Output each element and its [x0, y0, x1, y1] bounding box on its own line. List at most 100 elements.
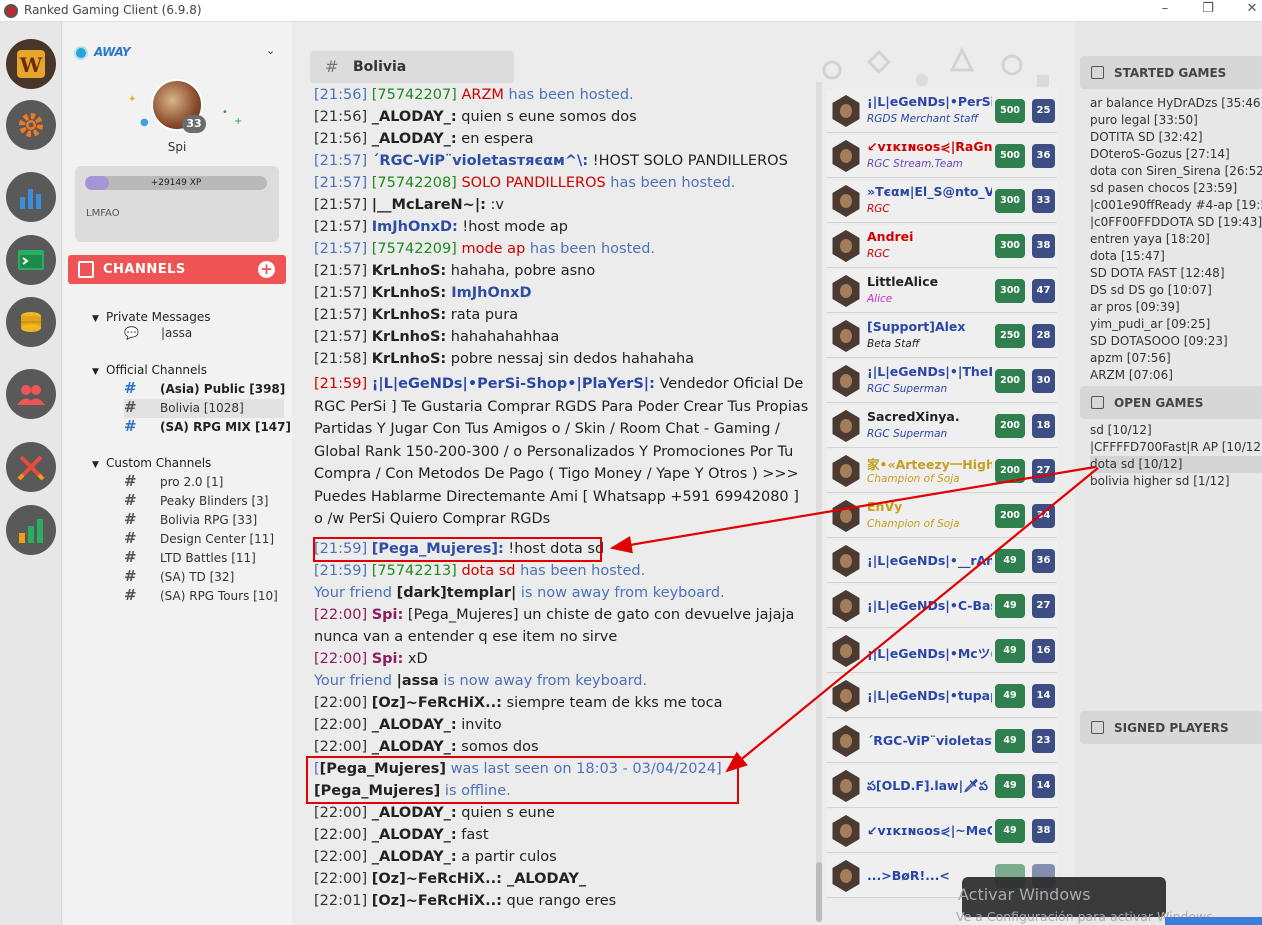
username[interactable]: ´RGC-ViP¨violetaѕтяєαм^\:: [367, 153, 588, 169]
started-game-item[interactable]: entren yaya [18:20]: [1090, 231, 1262, 248]
username[interactable]: [Oz]~FeRcHiX..:: [372, 871, 502, 887]
player-row[interactable]: [Support]Alex Beta Staff 250 28: [827, 315, 1057, 358]
player-row[interactable]: ప[OLD.F].law|🗡ప 49 14: [827, 765, 1057, 808]
started-game-item[interactable]: ARZM [07:06]: [1090, 367, 1262, 384]
player-row[interactable]: LittleAlice Alice 300 47: [827, 270, 1057, 313]
started-game-item[interactable]: sd pasen chocos [23:59]: [1090, 180, 1262, 197]
channel-item[interactable]: # Bolivia RPG [33]: [124, 511, 284, 530]
player-row[interactable]: ´RGC-ViP¨violetaѕтяє49 23: [827, 720, 1057, 763]
minimize-button[interactable]: –: [1150, 1, 1180, 16]
player-row[interactable]: ¡|L|eGeNDs|•PerSi- RGDS Merchant Staff 500…: [827, 90, 1057, 133]
coins-icon[interactable]: [6, 297, 56, 347]
player-row[interactable]: ↙ᴠɪᴋɪɴɢᴏѕ⋞|~MeG@49 38: [827, 810, 1057, 853]
swords-icon[interactable]: [6, 442, 56, 492]
section-custom-channels[interactable]: ▼ Custom Channels: [92, 456, 211, 470]
ranking-bars-icon[interactable]: [6, 505, 56, 555]
player-row[interactable]: EnVy Champion of Soja 200 34: [827, 495, 1057, 538]
channel-item[interactable]: # Design Center [11]: [124, 530, 284, 549]
player-tag: Alice: [867, 293, 893, 305]
section-private-messages[interactable]: ▼ Private Messages: [92, 310, 211, 324]
channel-item[interactable]: # (SA) RPG Tours [10]: [124, 587, 284, 606]
started-game-item[interactable]: |c001e90ffReady #4-ap [19:5: [1090, 197, 1262, 214]
started-game-item[interactable]: dota [15:47]: [1090, 248, 1262, 265]
timestamp: [21:57]: [314, 197, 368, 213]
started-game-item[interactable]: SD DOTA FAST [12:48]: [1090, 265, 1262, 282]
started-game-item[interactable]: yim_pudi_ar [09:25]: [1090, 316, 1262, 333]
username[interactable]: KrLnhoS:: [372, 329, 446, 345]
started-game-item[interactable]: ar balance HyDrADzs [35:46]: [1090, 95, 1262, 112]
username[interactable]: KrLnhoS:: [372, 285, 446, 301]
open-game-item[interactable]: bolivia higher sd [1/12]: [1090, 473, 1262, 490]
open-games-header[interactable]: OPEN GAMES: [1080, 386, 1262, 419]
player-row[interactable]: ¡|L|eGeNDs|•C-Bas 49 27: [827, 585, 1057, 628]
stats-chart-icon[interactable]: [6, 172, 56, 222]
hash-icon: #: [124, 472, 137, 490]
channel-bolivia[interactable]: # Bolivia [1028]: [124, 399, 284, 418]
channel-item[interactable]: # pro 2.0 [1]: [124, 473, 284, 492]
channel-item[interactable]: # (SA) TD [32]: [124, 568, 284, 587]
username[interactable]: Spi:: [372, 651, 404, 667]
username[interactable]: _ALODAY_:: [372, 109, 457, 125]
player-row[interactable]: ¡|L|eGeNDs|•Mcツ(49 16: [827, 630, 1057, 673]
started-game-item[interactable]: puro legal [33:50]: [1090, 112, 1262, 129]
username[interactable]: _ALODAY_:: [372, 849, 457, 865]
player-row[interactable]: ↙ᴠɪᴋɪɴɢᴏѕ⋞|RaGna RGC Stream.Team 500 36: [827, 135, 1057, 178]
username[interactable]: [Oz]~FeRcHiX..:: [372, 695, 502, 711]
friends-icon[interactable]: [6, 369, 56, 419]
chat-message: [22:00] [Oz]~FeRcHiX..: _ALODAY_: [314, 868, 819, 890]
username[interactable]: KrLnhoS:: [372, 307, 446, 323]
player-row[interactable]: ¡|L|eGeNDs|•tupap 49 14: [827, 675, 1057, 718]
username[interactable]: |__McLareN~|:: [372, 197, 486, 213]
close-button[interactable]: ✕: [1237, 1, 1262, 16]
username[interactable]: _ALODAY_:: [372, 131, 457, 147]
started-game-item[interactable]: dota con Siren_Sirena [26:52]: [1090, 163, 1262, 180]
channel-item[interactable]: # LTD Battles [11]: [124, 549, 284, 568]
username[interactable]: _ALODAY_:: [372, 739, 457, 755]
username[interactable]: KrLnhoS:: [372, 263, 446, 279]
started-game-item[interactable]: ar pros [09:39]: [1090, 299, 1262, 316]
username[interactable]: ¡|L|eGeNDs|•PerSi-Shop•|PlaYerS|:: [372, 376, 655, 392]
add-channel-button[interactable]: +: [258, 261, 275, 278]
chevron-down-icon[interactable]: ⌄: [266, 44, 275, 57]
channel-item[interactable]: # Peaky Blinders [3]: [124, 492, 284, 511]
player-row[interactable]: ¡|L|eGeNDs|•|TheE RGC Superman 200 30: [827, 360, 1057, 403]
section-official-channels[interactable]: ▼ Official Channels: [92, 363, 207, 377]
scrollbar-thumb[interactable]: [816, 862, 822, 922]
timestamp: [21:59]: [314, 563, 368, 579]
terminal-icon[interactable]: [6, 235, 56, 285]
username[interactable]: _ALODAY_:: [372, 717, 457, 733]
player-row[interactable]: »Tєαм|El_S@nto_V@ RGC 300 33: [827, 180, 1057, 223]
started-game-item[interactable]: DOteroS-Gozus [27:14]: [1090, 146, 1262, 163]
started-game-item[interactable]: |c0FF00FFDDOTA SD [19:43]: [1090, 214, 1262, 231]
open-game-item[interactable]: sd [10/12]: [1090, 422, 1262, 439]
username[interactable]: [Oz]~FeRcHiX..:: [372, 893, 502, 909]
open-game-item[interactable]: |CFFFFD700Fast|R AP [10/12: [1090, 439, 1262, 456]
maximize-button[interactable]: ❐: [1193, 1, 1223, 16]
private-message-item[interactable]: 💬 |assa: [124, 326, 192, 340]
warcraft-icon[interactable]: W: [6, 39, 56, 89]
signed-players-header[interactable]: SIGNED PLAYERS: [1080, 711, 1262, 744]
open-game-item[interactable]: dota sd [10/12]: [1090, 456, 1262, 473]
settings-gear-icon[interactable]: [6, 100, 56, 150]
mention-text[interactable]: ImJhOnxD: [446, 285, 531, 301]
status-selector[interactable]: AWAY ⌄: [74, 42, 275, 64]
username[interactable]: |assa: [397, 673, 439, 689]
player-row[interactable]: ¡|L|eGeNDs|•__rAn 49 36: [827, 540, 1057, 583]
username[interactable]: ImJhOnxD:: [372, 219, 458, 235]
started-game-item[interactable]: DS sd DS go [10:07]: [1090, 282, 1262, 299]
username[interactable]: [dark]templar|: [397, 585, 517, 601]
player-row[interactable]: SacredXinya. RGC Superman 200 18: [827, 405, 1057, 448]
started-game-item[interactable]: SD DOTASOOO [09:23]: [1090, 333, 1262, 350]
channel-sa-rpg-mix[interactable]: # (SA) RPG MIX [147]: [124, 418, 291, 437]
started-game-item[interactable]: apzm [07:56]: [1090, 350, 1262, 367]
username[interactable]: KrLnhoS:: [372, 351, 446, 367]
username[interactable]: Spi:: [372, 607, 404, 623]
chat-scrollbar[interactable]: [816, 82, 822, 922]
started-games-header[interactable]: STARTED GAMES: [1080, 56, 1262, 89]
started-game-item[interactable]: DOTITA SD [32:42]: [1090, 129, 1262, 146]
username[interactable]: _ALODAY_:: [372, 827, 457, 843]
player-row[interactable]: Andrei RGC 300 38: [827, 225, 1057, 268]
player-row[interactable]: 家•«Arteezy一HighS Champion of Soja 200 27: [827, 450, 1057, 493]
username[interactable]: _ALODAY_:: [372, 805, 457, 821]
channel-asia-public[interactable]: # (Asia) Public [398]: [124, 380, 285, 399]
